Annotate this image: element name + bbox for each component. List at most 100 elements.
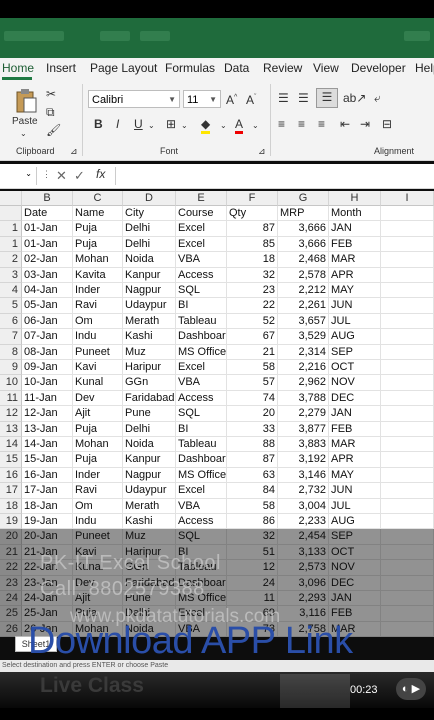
table-cell[interactable]: 11-Jan [22,390,73,407]
table-cell[interactable]: 01-Jan [22,221,73,237]
table-cell[interactable]: Mohan [73,252,123,268]
row-number[interactable]: 26 [0,621,22,638]
table-cell[interactable]: 05-Jan [22,298,73,314]
table-cell[interactable]: 58 [227,360,278,376]
table-cell[interactable]: 3,096 [278,575,329,591]
table-cell[interactable] [381,544,434,561]
table-cell[interactable]: 18 [227,252,278,268]
table-cell[interactable]: Excel [176,360,227,376]
chevron-down-icon[interactable]: ⌄ [220,118,227,134]
row-number[interactable]: 1 [0,221,22,237]
row-number[interactable]: 21 [0,544,22,561]
table-cell[interactable] [381,514,434,530]
table-cell[interactable]: 3,666 [278,221,329,237]
header-cell[interactable]: Month [329,206,381,222]
table-cell[interactable] [381,344,434,360]
table-cell[interactable] [381,390,434,407]
grow-font-icon[interactable]: A^ [226,90,237,108]
table-cell[interactable]: 84 [227,483,278,499]
table-cell[interactable] [381,283,434,299]
table-cell[interactable]: 07-Jan [22,329,73,345]
table-cell[interactable]: 33 [227,421,278,437]
bold-button[interactable]: B [94,116,103,132]
table-cell[interactable]: Ravi [73,298,123,314]
table-cell[interactable]: 32 [227,267,278,283]
tab-insert[interactable]: Insert [46,61,76,75]
table-cell[interactable] [381,560,434,576]
header-cell[interactable] [381,206,434,222]
table-cell[interactable]: SEP [329,529,381,545]
table-cell[interactable]: Noida [123,252,176,268]
table-cell[interactable]: 57 [227,375,278,391]
table-cell[interactable]: FEB [329,421,381,437]
table-cell[interactable]: Nagpur [123,467,176,484]
row-number[interactable]: 3 [0,267,22,283]
header-cell[interactable]: MRP [278,206,329,222]
table-cell[interactable] [381,406,434,422]
table-cell[interactable]: Kashi [123,329,176,345]
table-cell[interactable]: Faridabad [123,390,176,407]
table-cell[interactable] [381,236,434,253]
table-cell[interactable]: Puja [73,236,123,253]
row-number[interactable]: 12 [0,406,22,422]
table-cell[interactable]: Dashboarc [176,329,227,345]
row-number[interactable]: 25 [0,606,22,622]
table-cell[interactable]: 67 [227,329,278,345]
format-painter-icon[interactable]: 🖌 [46,122,61,138]
column-header[interactable]: E [176,191,227,206]
table-cell[interactable]: VBA [176,375,227,391]
table-cell[interactable]: SQL [176,529,227,545]
table-cell[interactable]: Kashi [123,514,176,530]
table-cell[interactable]: JUN [329,298,381,314]
table-cell[interactable]: Kavi [73,360,123,376]
row-number[interactable]: 11 [0,390,22,407]
table-cell[interactable]: Dashboarc [176,452,227,468]
table-cell[interactable]: 2,216 [278,360,329,376]
select-all-corner[interactable] [0,191,22,206]
table-cell[interactable]: Udaypur [123,298,176,314]
table-cell[interactable]: 23 [227,283,278,299]
fill-color-icon[interactable]: ◆ [201,116,211,134]
table-cell[interactable]: Kunal [73,375,123,391]
column-header[interactable]: D [123,191,176,206]
table-cell[interactable]: 63 [227,467,278,484]
tab-view[interactable]: View [313,61,339,75]
table-cell[interactable]: 3,529 [278,329,329,345]
cancel-icon[interactable]: ✕ [56,168,67,184]
table-cell[interactable]: 2,962 [278,375,329,391]
increase-indent-icon[interactable]: ⇥ [360,116,370,132]
borders-icon[interactable]: ⊞ [166,116,176,132]
row-number[interactable]: 22 [0,560,22,576]
table-cell[interactable]: Pune [123,406,176,422]
italic-button[interactable]: I [116,116,119,132]
table-cell[interactable]: 3,666 [278,236,329,253]
row-number[interactable]: 5 [0,298,22,314]
table-cell[interactable] [381,529,434,545]
table-cell[interactable]: 85 [227,236,278,253]
table-cell[interactable] [381,621,434,638]
table-cell[interactable]: 06-Jan [22,313,73,330]
row-number[interactable]: 7 [0,329,22,345]
table-cell[interactable]: JAN [329,221,381,237]
formula-input[interactable] [115,167,434,185]
paste-icon[interactable] [14,88,38,114]
table-cell[interactable]: JUL [329,313,381,330]
table-cell[interactable]: 88 [227,437,278,453]
table-cell[interactable]: 2,573 [278,560,329,576]
tab-formulas[interactable]: Formulas [165,61,215,75]
header-cell[interactable]: Date [22,206,73,222]
table-cell[interactable]: Haripur [123,360,176,376]
table-cell[interactable]: Ajit [73,406,123,422]
tab-review[interactable]: Review [263,61,302,75]
table-cell[interactable]: 04-Jan [22,283,73,299]
table-cell[interactable] [381,437,434,453]
table-cell[interactable]: 32 [227,529,278,545]
table-cell[interactable]: Puneet [73,344,123,360]
launcher-icon[interactable]: ⊿ [70,146,78,157]
table-cell[interactable]: Dev [73,390,123,407]
table-cell[interactable]: 87 [227,221,278,237]
table-cell[interactable]: OCT [329,360,381,376]
table-cell[interactable]: 2,468 [278,252,329,268]
merge-center-icon[interactable]: ⊟ [382,116,392,132]
table-cell[interactable]: OCT [329,544,381,561]
